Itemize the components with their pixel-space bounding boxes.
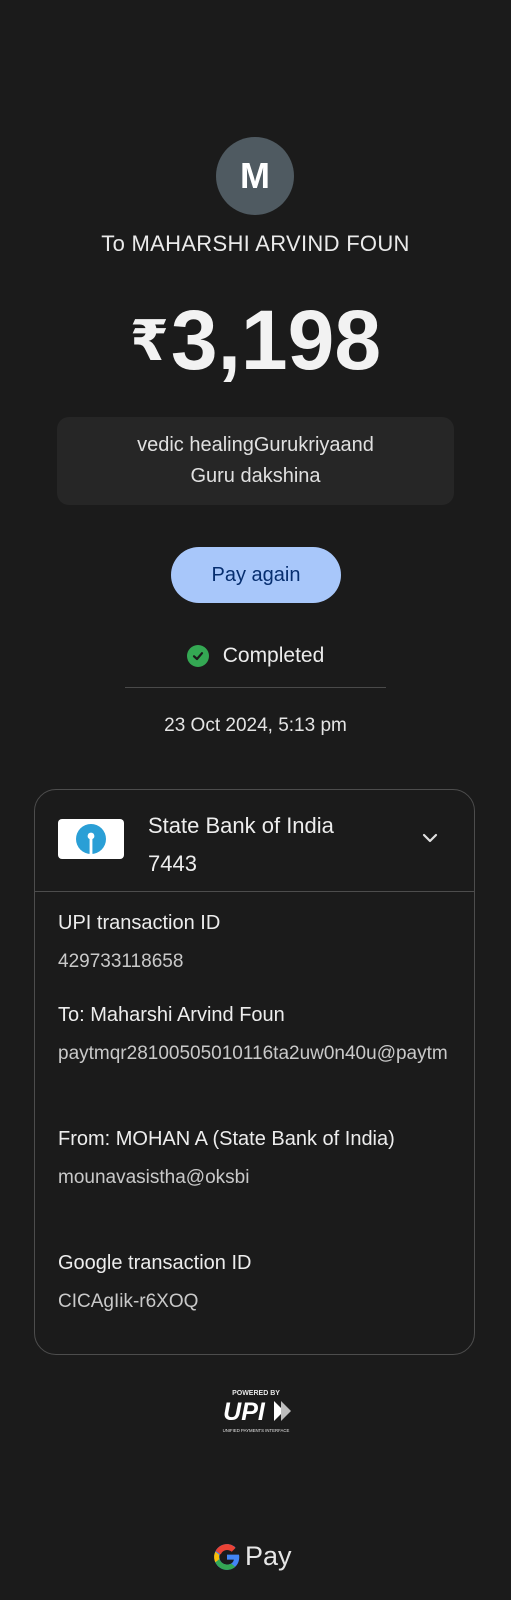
google-transaction-id-section: Google transaction ID CICAgIik-r6XOQ [58,1248,458,1317]
from-upi-id: mounavasistha@oksbi [58,1167,250,1188]
pay-again-button[interactable]: Pay again [171,547,341,603]
upi-logo: POWERED BY UPI UNIFIED PAYMENTS INTERFAC… [214,1387,298,1435]
bank-name: State Bank of India [148,813,334,838]
currency-symbol: ₹ [129,308,169,372]
recipient-title: To MAHARSHI ARVIND FOUN [101,231,410,256]
upi-transaction-id-label: UPI transaction ID [58,912,221,934]
sbi-logo-icon [58,819,124,859]
from-section: From: MOHAN A (State Bank of India) moun… [58,1124,458,1193]
gpay-text: Pay [245,1541,292,1571]
chevron-down-icon[interactable] [418,826,442,850]
payment-note: vedic healingGurukriyaand Guru dakshina [57,417,454,505]
bank-account-suffix: 7443 [148,851,197,876]
to-section: To: Maharshi Arvind Foun paytmqr28100505… [58,1000,458,1069]
divider [125,687,386,688]
note-line-1: vedic healingGurukriyaand [137,434,374,456]
check-circle-icon [186,645,209,667]
to-upi-id: paytmqr28100505010116ta2uw0n40u@paytm [58,1043,448,1064]
upi-tagline: UNIFIED PAYMENTS INTERFACE [223,1428,290,1433]
google-transaction-id-label: Google transaction ID [58,1252,252,1274]
status-label: Completed [222,644,325,667]
gpay-logo: Pay [213,1541,292,1572]
upi-transaction-id-section: UPI transaction ID 429733118658 [58,908,458,977]
bank-account-label: State Bank of India 7443 [148,807,428,883]
upi-arrow-icon-2 [281,1401,291,1421]
upi-transaction-id-value: 429733118658 [58,951,184,972]
note-line-2: Guru dakshina [190,465,321,487]
payment-amount: ₹ 3,198 [0,292,511,389]
from-label: From: MOHAN A (State Bank of India) [58,1128,395,1150]
amount-value: 3,198 [170,293,382,387]
status-row: Completed [0,644,511,668]
avatar-initial: M [240,155,270,196]
bank-account-header[interactable]: State Bank of India 7443 [35,790,474,892]
upi-powered-by: POWERED BY [232,1390,280,1397]
upi-logo-text: UPI [223,1398,266,1426]
google-transaction-id-value: CICAgIik-r6XOQ [58,1291,199,1312]
transaction-details-card: State Bank of India 7443 UPI transaction… [34,789,475,1355]
google-g-icon [214,1543,240,1570]
to-label: To: Maharshi Arvind Foun [58,1004,285,1026]
recipient-avatar: M [216,137,294,215]
transaction-datetime: 23 Oct 2024, 5:13 pm [164,715,347,736]
